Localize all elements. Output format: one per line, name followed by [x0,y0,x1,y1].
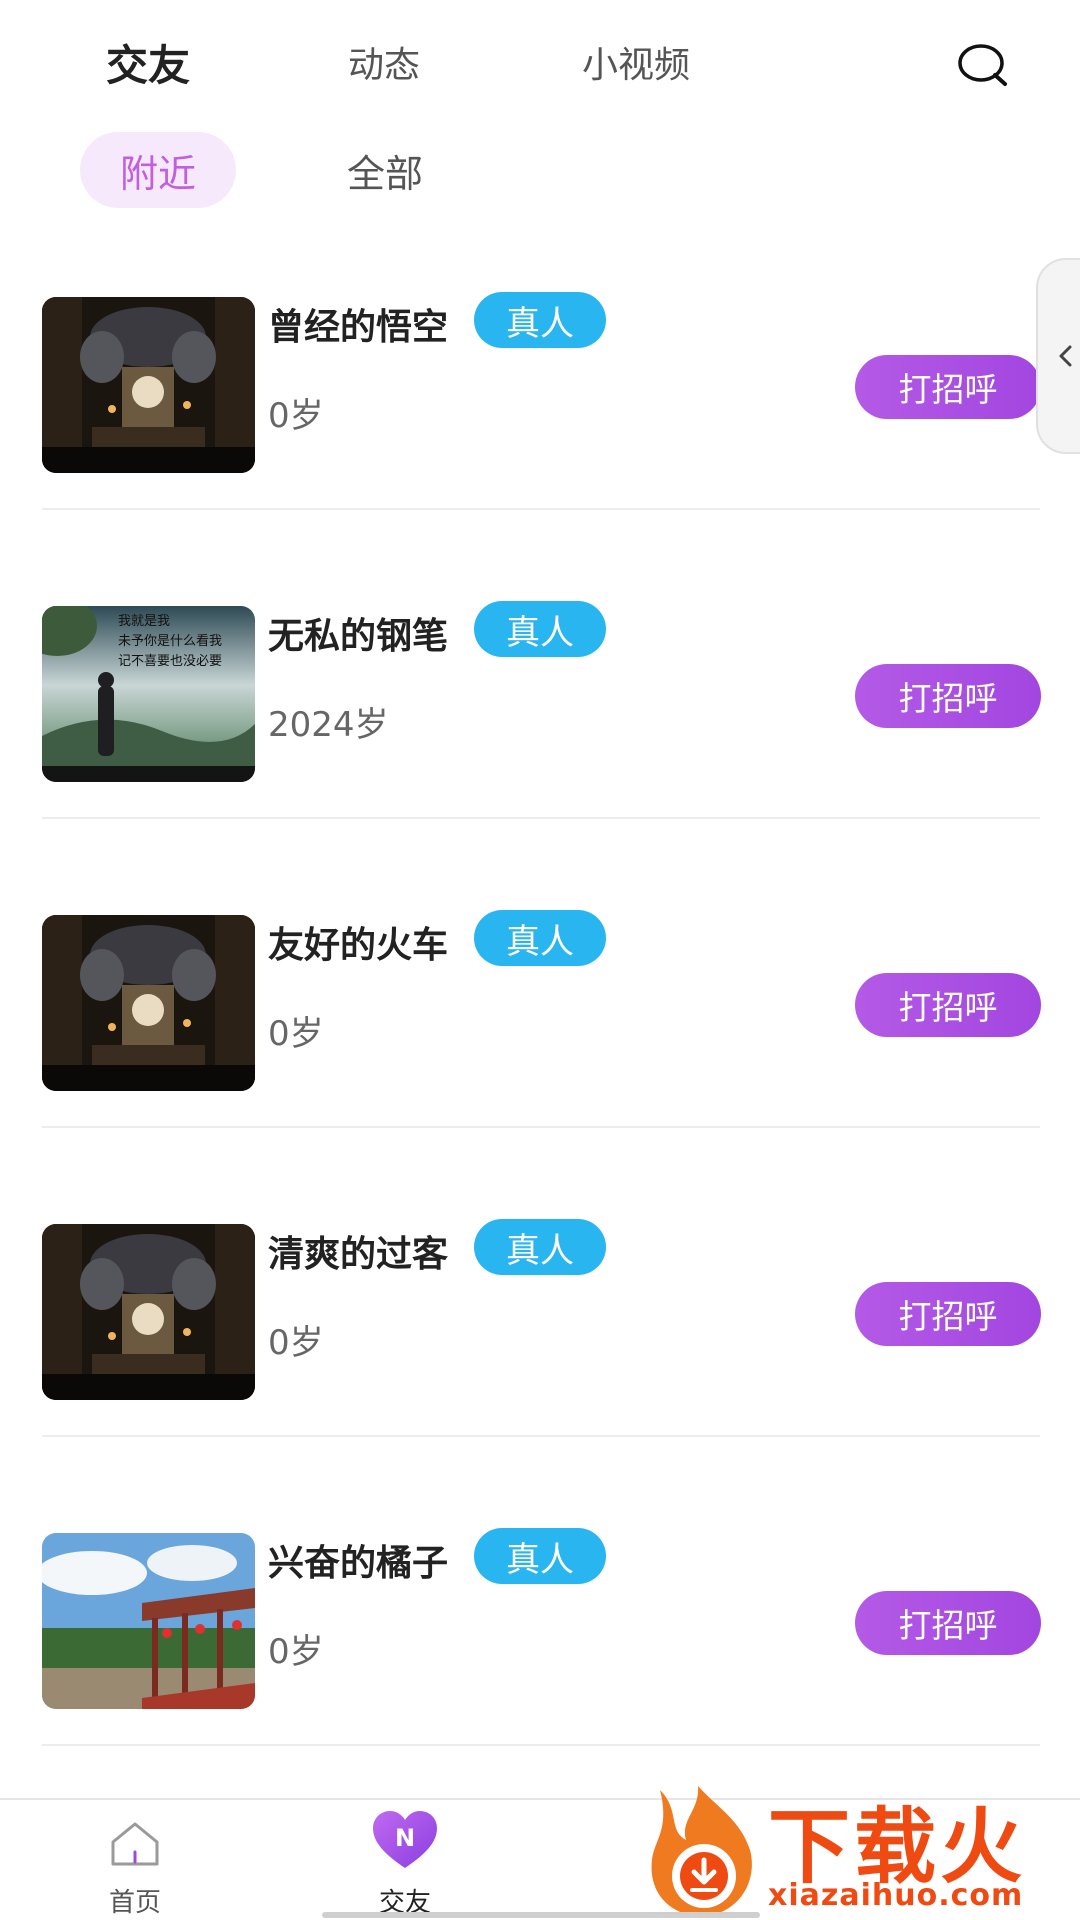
user-name: 兴奋的橘子 [268,1543,449,1584]
svg-text:N: N [395,1824,415,1852]
flame-logo-icon [651,1786,752,1917]
verified-badge: 真人 [474,1528,606,1584]
home-icon [111,1822,159,1866]
verified-badge: 真人 [474,1219,606,1275]
search-icon[interactable] [955,38,1011,94]
heart-n-icon: N [373,1811,437,1868]
user-name: 无私的钢笔 [268,616,449,657]
user-name: 清爽的过客 [268,1234,449,1275]
tab-moments[interactable]: 动态 [348,36,420,88]
subtab-all[interactable]: 全部 [310,132,460,208]
user-photo[interactable] [42,1533,255,1709]
watermark-logo: 下载火 xiazaihuo.com [640,1780,1080,1920]
verified-badge: 真人 [474,910,606,966]
user-age: 0岁 [268,1323,324,1363]
nav-home[interactable]: 首页 [55,1800,215,1920]
user-list: 曾经的悟空 真人 0岁 打招呼 我就是我 未予你是什么看我 记不喜要也没必要 无… [0,250,1080,1795]
greet-button[interactable]: 打招呼 [855,973,1041,1037]
tab-friends[interactable]: 交友 [106,32,190,93]
subtab-nearby[interactable]: 附近 [80,132,236,208]
chevron-left-icon [1059,345,1072,367]
tab-short-videos[interactable]: 小视频 [582,36,690,88]
greet-button[interactable]: 打招呼 [855,664,1041,728]
divider [42,508,1040,510]
list-item: 曾经的悟空 真人 0岁 打招呼 [0,250,1080,559]
user-age: 0岁 [268,1632,324,1672]
list-item: 兴奋的橘子 真人 0岁 打招呼 [0,1486,1080,1795]
user-age: 0岁 [268,396,324,436]
verified-badge: 真人 [474,292,606,348]
nav-friends[interactable]: N 交友 [325,1800,485,1920]
list-item: 清爽的过客 真人 0岁 打招呼 [0,1177,1080,1486]
divider [42,817,1040,819]
user-name: 曾经的悟空 [268,307,449,348]
list-item: 友好的火车 真人 0岁 打招呼 [0,868,1080,1177]
watermark-url: xiazaihuo.com [768,1878,1024,1913]
user-photo[interactable] [42,1224,255,1400]
user-age: 0岁 [268,1014,324,1054]
user-photo[interactable]: 我就是我 未予你是什么看我 记不喜要也没必要 [42,606,255,782]
user-photo[interactable] [42,297,255,473]
side-drawer-handle[interactable] [1036,258,1080,454]
top-tab-bar: 交友 动态 小视频 [0,0,1080,125]
divider [42,1744,1040,1746]
home-indicator [322,1912,760,1918]
friends-page: 交友 动态 小视频 附近 全部 曾经的悟空 真人 0岁 打招呼 我就是我 未予你… [0,0,1080,1920]
user-age: 2024岁 [268,705,389,745]
nav-home-label: 首页 [108,1888,161,1918]
divider [42,1126,1040,1128]
user-photo[interactable] [42,915,255,1091]
user-name: 友好的火车 [268,925,449,966]
greet-button[interactable]: 打招呼 [855,1282,1041,1346]
greet-button[interactable]: 打招呼 [855,1591,1041,1655]
photo-caption: 我就是我 未予你是什么看我 记不喜要也没必要 [118,614,223,669]
divider [42,1435,1040,1437]
list-item: 我就是我 未予你是什么看我 记不喜要也没必要 无私的钢笔 真人 2024岁 打招… [0,559,1080,868]
verified-badge: 真人 [474,601,606,657]
greet-button[interactable]: 打招呼 [855,355,1041,419]
